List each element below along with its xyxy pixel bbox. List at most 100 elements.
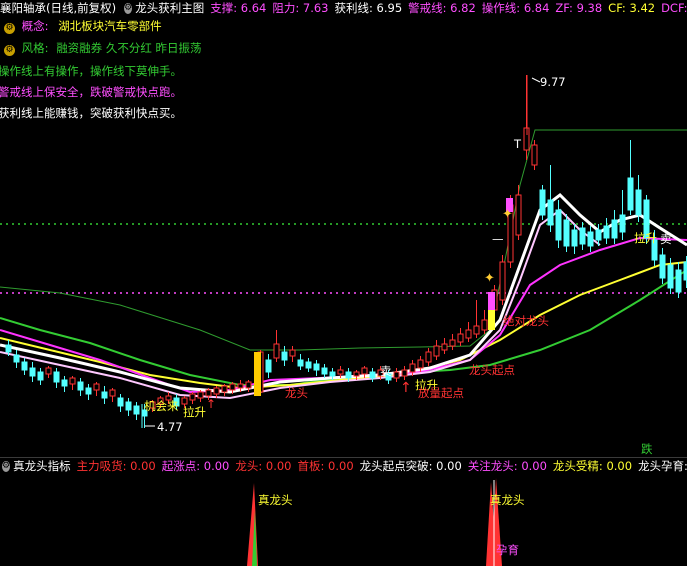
pullup-left-label: 拉升: [183, 405, 206, 419]
candle: [213, 387, 220, 395]
butterfly-icon: ✦: [484, 271, 495, 286]
sub-indicator-name[interactable]: 真龙头指标: [13, 458, 71, 474]
candle: [29, 367, 36, 377]
sub-header-field-value: 0.00: [606, 459, 633, 473]
candle: [337, 369, 344, 375]
candle: [245, 381, 252, 389]
candle: [329, 371, 336, 377]
candlestick-chart[interactable]: ✦ ✦ ↑ ↑: [0, 0, 687, 566]
candle: [61, 379, 68, 387]
price-high-label: 9.77: [540, 75, 566, 89]
candle: [125, 401, 132, 411]
candle: [441, 343, 448, 351]
sub-header-field-label: 主力吸货:: [76, 459, 131, 473]
sub-header-field-label: 首板:: [297, 459, 329, 473]
candle: [667, 264, 674, 289]
sub-header-field: 起涨点: 0.00: [162, 458, 230, 474]
candle: [425, 351, 432, 363]
sub-header-field: 龙头起点突破: 0.00: [360, 458, 462, 474]
candle: [53, 371, 60, 383]
sub-header-field-label: 龙头孕育:: [638, 459, 687, 473]
candle: [237, 383, 244, 389]
sub-header-field-label: 起涨点:: [161, 459, 204, 473]
opportunity-label: 机会来: [144, 399, 179, 413]
candle: [181, 397, 188, 405]
candle: [659, 254, 666, 279]
start-point-label: 放量起点: [418, 386, 464, 400]
candle: [571, 229, 578, 247]
sub-header-field: 关注龙头: 0.00: [468, 458, 547, 474]
gear-icon[interactable]: ⚙: [2, 460, 11, 472]
price-low-label: 4.77: [157, 420, 183, 434]
candle: [595, 229, 602, 241]
candle: [627, 177, 634, 211]
true-dragon-right-label: 真龙头: [490, 493, 525, 507]
candle: [401, 369, 408, 377]
sub-header-field-label: 龙头起点突破:: [359, 459, 437, 473]
candle: [205, 389, 212, 397]
candle: [449, 339, 456, 347]
candle: [265, 359, 272, 373]
candle: [229, 383, 236, 391]
sub-header-field: 龙头受精: 0.00: [553, 458, 632, 474]
candle: [611, 219, 618, 239]
sub-header-field: 龙头孕育:: [638, 458, 687, 474]
dash-mark: —: [492, 232, 504, 246]
candle: [409, 363, 416, 373]
candle: [675, 269, 682, 293]
sub-header-field-value: 0.00: [203, 459, 230, 473]
candle: [93, 383, 100, 391]
candle: [563, 219, 570, 247]
sub-header-field-label: 龙头受精:: [552, 459, 607, 473]
candle: [45, 367, 52, 375]
candle: [313, 363, 320, 371]
sub-header-field: 主力吸货: 0.00: [77, 458, 156, 474]
candle: [499, 261, 506, 301]
candle: [361, 367, 368, 375]
candle: [221, 385, 228, 393]
sell-mid-label: 卖: [380, 364, 392, 378]
candle: [189, 393, 196, 401]
candle: [101, 391, 108, 399]
sub-header-fields: 主力吸货: 0.00 起涨点: 0.00 龙头: 0.00 首板: 0.00 龙头起点突…: [77, 458, 687, 474]
butterfly-icon: ✦: [502, 207, 513, 222]
candle: [369, 371, 376, 379]
candle: [587, 231, 594, 247]
sell-right-label: 卖: [660, 232, 672, 246]
candle: [85, 387, 92, 395]
candle: [603, 225, 610, 239]
candle: [77, 381, 84, 391]
candle: [133, 405, 140, 415]
sub-header-field-value: 0.00: [265, 459, 292, 473]
candle: [465, 329, 472, 339]
t-mark: T: [514, 137, 522, 151]
candle: [481, 319, 488, 331]
candle: [539, 189, 546, 216]
sub-indicator-header: ⚙ 真龙头指标 主力吸货: 0.00 起涨点: 0.00 龙头: 0.00 首板: 0…: [0, 457, 687, 474]
candle: [13, 354, 20, 363]
signal-bar: [254, 352, 261, 396]
signal-bar: [488, 310, 495, 330]
sub-header-field: 龙头: 0.00: [235, 458, 291, 474]
sub-header-field-label: 龙头:: [235, 459, 266, 473]
candle: [417, 359, 424, 369]
sub-header-field-label: 关注龙头:: [467, 459, 522, 473]
candle: [473, 325, 480, 335]
candle: [117, 397, 124, 407]
candle: [579, 227, 586, 245]
nurture-label: 孕育: [496, 543, 519, 557]
candle: [353, 371, 360, 377]
candle: [289, 349, 296, 357]
dragon-start-label: 龙头起点: [469, 363, 515, 377]
candle: [37, 371, 44, 381]
candle: [619, 214, 626, 233]
candle: [547, 199, 554, 226]
candle: [345, 371, 352, 379]
candle: [297, 359, 304, 367]
true-dragon-left-label: 真龙头: [258, 493, 293, 507]
candle: [393, 371, 400, 379]
dragon-left-label: 龙头: [285, 386, 308, 400]
sub-header-field-value: 0.00: [328, 459, 354, 473]
sub-header-field: 首板: 0.00: [298, 458, 354, 474]
candle: [433, 345, 440, 357]
